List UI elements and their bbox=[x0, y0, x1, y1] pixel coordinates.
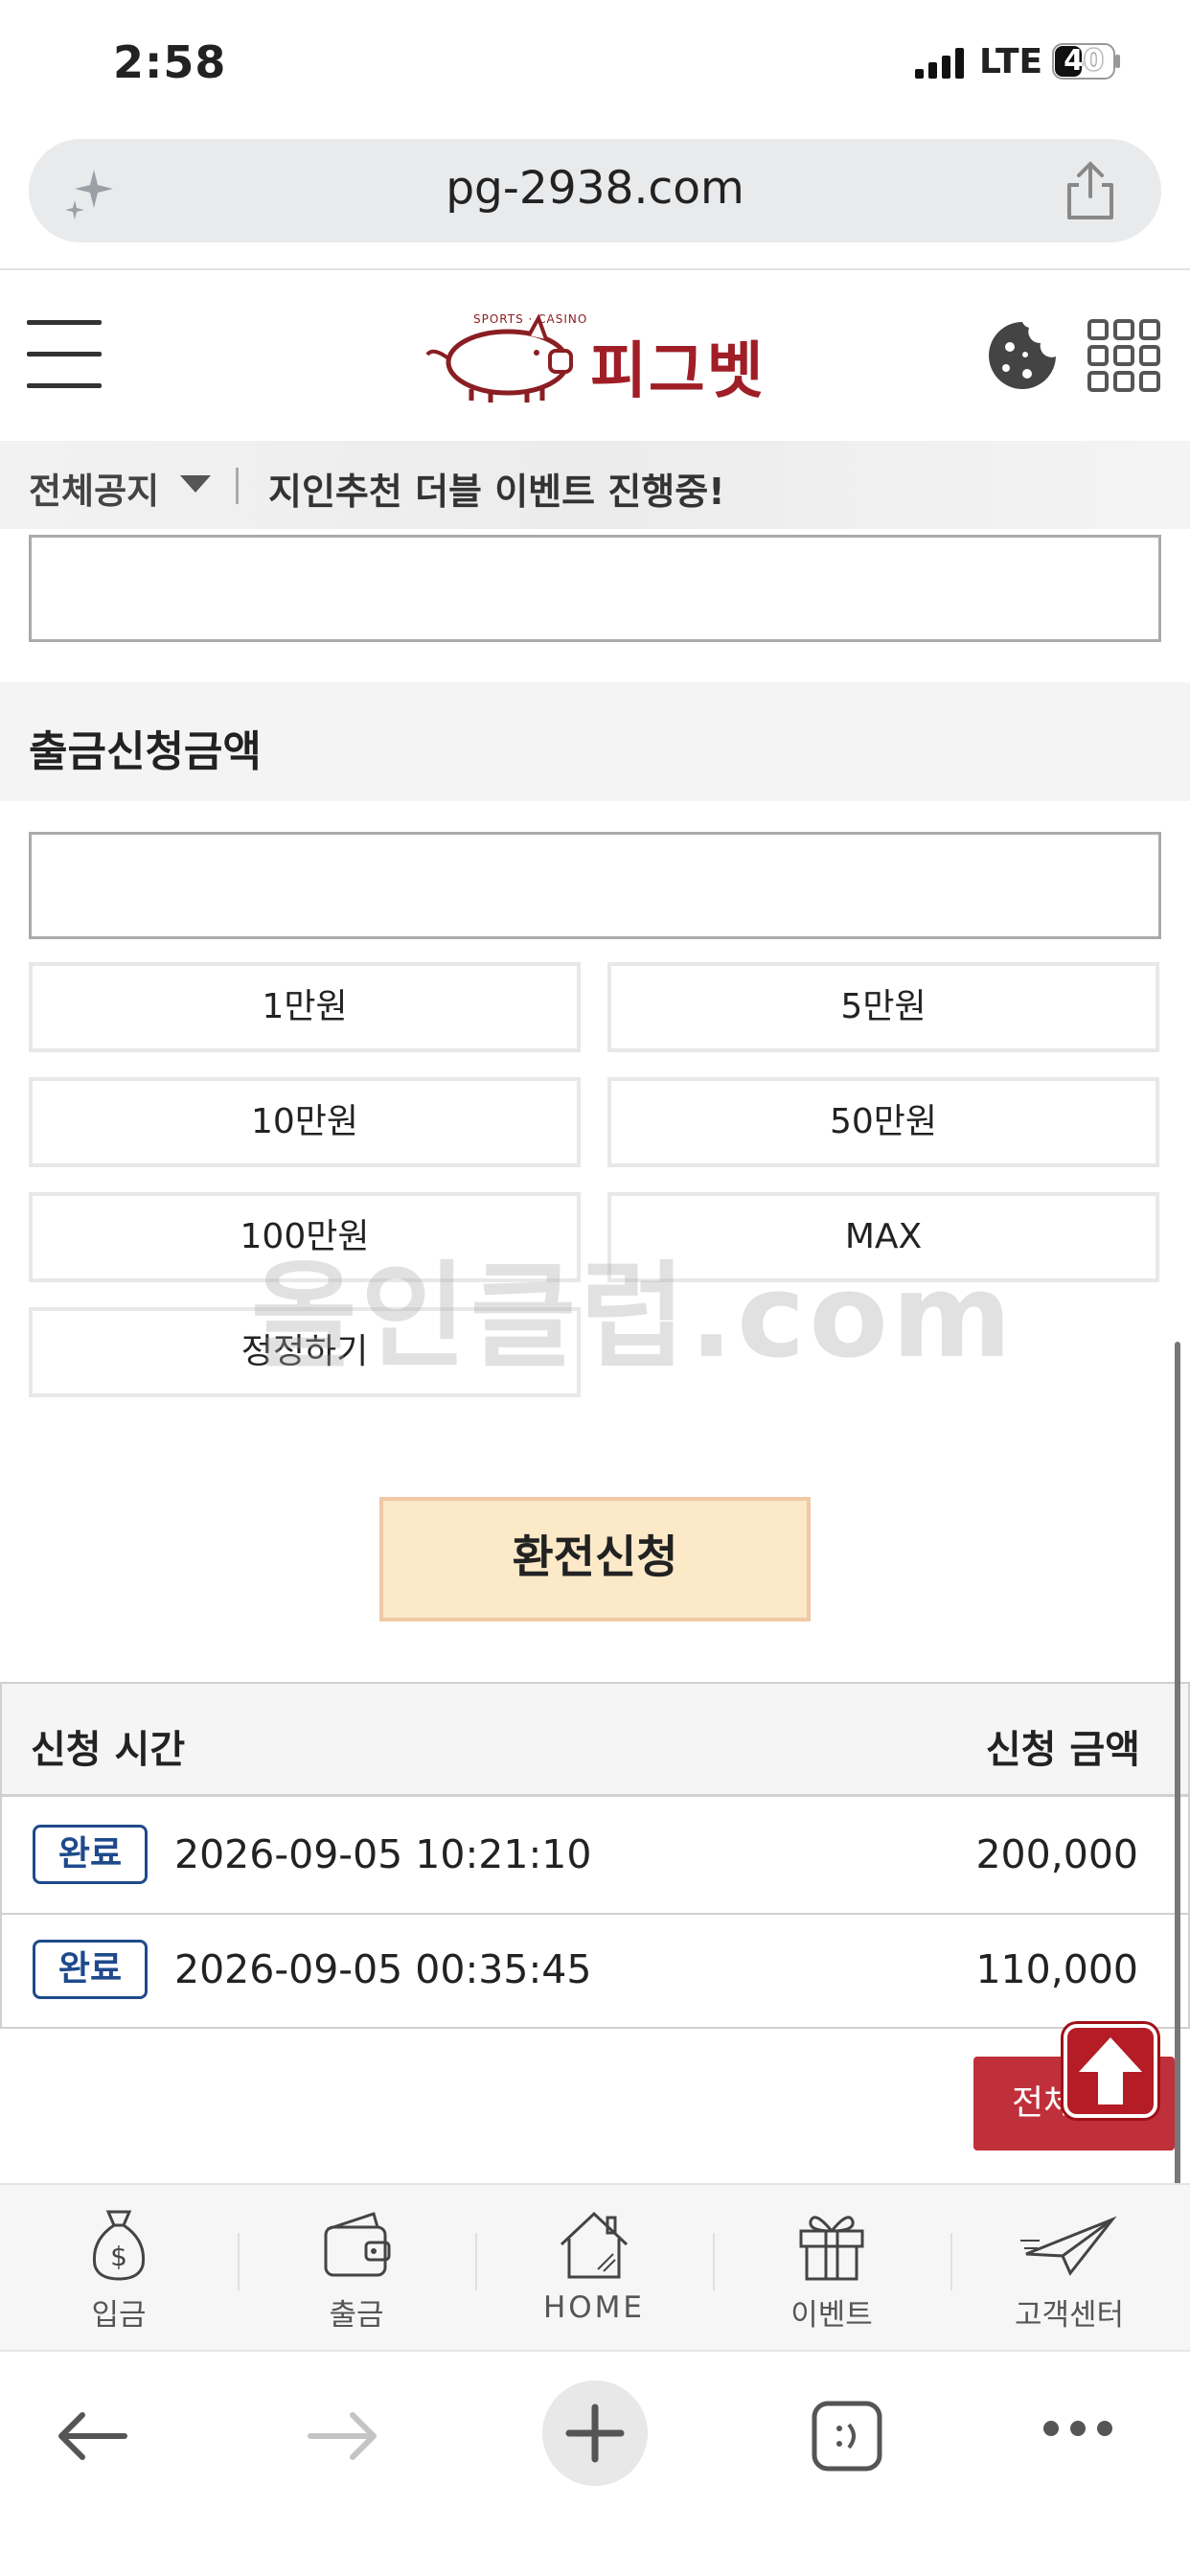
nav-label: 입금 bbox=[91, 2298, 147, 2333]
back-icon[interactable] bbox=[54, 2407, 130, 2465]
nav-deposit[interactable]: $ 입금 bbox=[0, 2185, 238, 2352]
plus-icon bbox=[565, 2404, 625, 2463]
svg-text:$: $ bbox=[110, 2241, 127, 2272]
scrollbar[interactable] bbox=[1175, 1342, 1180, 2329]
gift-icon bbox=[799, 2216, 864, 2281]
watermark: 올인클럽.com bbox=[251, 1251, 1016, 1384]
page: 2:58 LTE 40 pg-2938.com SPORTS · CASINO … bbox=[0, 0, 1190, 2576]
wallet-icon bbox=[324, 2212, 391, 2277]
tabs-icon[interactable] bbox=[811, 2400, 883, 2472]
money-bag-icon: $ bbox=[92, 2210, 146, 2281]
amount-section-header: 출금신청금액 bbox=[0, 682, 1190, 801]
nav-label: 출금 bbox=[329, 2298, 384, 2333]
share-icon[interactable] bbox=[1062, 160, 1119, 221]
home-icon bbox=[560, 2211, 629, 2279]
row-time: 2026-09-05 10:21:10 bbox=[174, 1831, 592, 1877]
site-logo[interactable]: SPORTS · CASINO 피그벳 bbox=[422, 309, 776, 407]
menu-icon[interactable] bbox=[27, 320, 102, 388]
table-header: 신청 시간 신청 금액 bbox=[2, 1684, 1188, 1797]
battery-level: 40 bbox=[1064, 44, 1104, 78]
bottom-nav: $ 입금 출금 HOME 이벤트 고객센터 bbox=[0, 2183, 1190, 2350]
arrow-up-icon bbox=[1079, 2037, 1142, 2104]
nav-label: 고객센터 bbox=[1014, 2298, 1125, 2333]
nav-event[interactable]: 이벤트 bbox=[713, 2185, 950, 2352]
status-badge: 완료 bbox=[33, 1825, 148, 1884]
section-title: 출금신청금액 bbox=[29, 727, 262, 776]
signal-icon bbox=[915, 48, 964, 79]
notice-category[interactable]: 전체공지 bbox=[29, 462, 159, 514]
amount-button-50k[interactable]: 5만원 bbox=[607, 962, 1159, 1052]
notice-separator bbox=[236, 468, 239, 504]
notice-bar[interactable]: 전체공지 지인추천 더블 이벤트 진행중! bbox=[0, 441, 1190, 529]
logo-text: 피그벳 bbox=[590, 336, 766, 407]
amount-button-10k[interactable]: 1만원 bbox=[29, 962, 581, 1052]
browser-toolbar bbox=[0, 2350, 1190, 2576]
url-text: pg-2938.com bbox=[446, 162, 744, 215]
nav-label: 이벤트 bbox=[790, 2298, 873, 2333]
row-amount: 200,000 bbox=[975, 1831, 1138, 1877]
amount-input[interactable] bbox=[29, 832, 1161, 939]
column-header-amount: 신청 금액 bbox=[985, 1728, 1140, 1772]
address-bar[interactable]: pg-2938.com bbox=[29, 139, 1161, 242]
amount-button-500k[interactable]: 50만원 bbox=[607, 1077, 1159, 1167]
status-time: 2:58 bbox=[113, 36, 227, 88]
network-label: LTE bbox=[979, 42, 1043, 81]
row-amount: 110,000 bbox=[975, 1946, 1138, 1992]
row-time: 2026-09-05 00:35:45 bbox=[174, 1946, 592, 1992]
table-row[interactable]: 완료 2026-09-05 00:35:45 110,000 bbox=[2, 1915, 1188, 2030]
table-row[interactable]: 완료 2026-09-05 10:21:10 200,000 bbox=[2, 1800, 1188, 1915]
nav-label: HOME bbox=[542, 2290, 646, 2325]
column-header-time: 신청 시간 bbox=[31, 1728, 186, 1772]
more-icon[interactable] bbox=[1042, 2419, 1113, 2438]
nav-withdraw[interactable]: 출금 bbox=[238, 2185, 475, 2352]
nav-home[interactable]: HOME bbox=[475, 2185, 713, 2352]
history-table: 신청 시간 신청 금액 완료 2026-09-05 10:21:10 200,0… bbox=[0, 1682, 1190, 2029]
text-field[interactable] bbox=[29, 535, 1161, 642]
cookie-icon[interactable] bbox=[985, 318, 1060, 393]
withdraw-submit-button[interactable]: 환전신청 bbox=[379, 1497, 811, 1622]
amount-button-100k[interactable]: 10만원 bbox=[29, 1077, 581, 1167]
status-badge: 완료 bbox=[33, 1940, 148, 1999]
divider bbox=[0, 268, 1190, 270]
new-tab-button[interactable] bbox=[542, 2380, 648, 2486]
nav-support[interactable]: 고객센터 bbox=[950, 2185, 1188, 2352]
chevron-down-icon[interactable] bbox=[180, 475, 211, 493]
paper-plane-icon bbox=[1020, 2216, 1117, 2276]
notice-text[interactable]: 지인추천 더블 이벤트 진행중! bbox=[268, 462, 725, 515]
scroll-top-button[interactable] bbox=[1064, 2024, 1157, 2118]
grid-menu-icon[interactable] bbox=[1087, 318, 1161, 393]
forward-icon[interactable] bbox=[305, 2407, 381, 2465]
logo-subtext: SPORTS · CASINO bbox=[473, 312, 588, 326]
